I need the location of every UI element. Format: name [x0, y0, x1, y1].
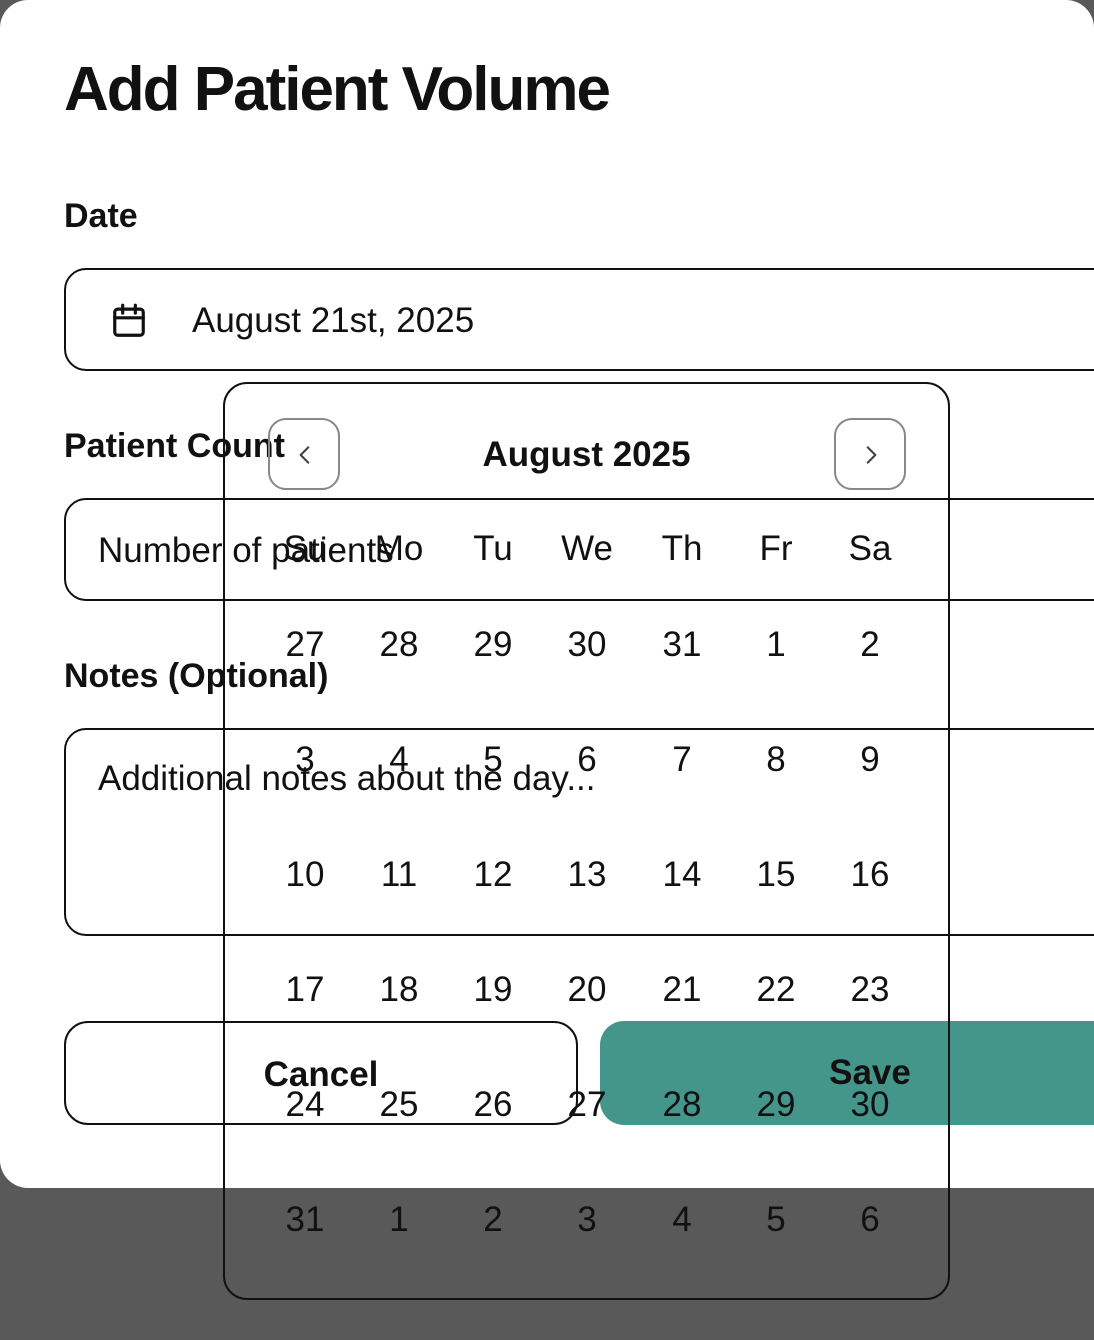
calendar-day[interactable]: 1: [354, 1199, 444, 1241]
calendar-day[interactable]: 4: [354, 739, 444, 781]
weekday-header: We: [561, 529, 613, 568]
date-label: Date: [64, 197, 138, 235]
calendar-day[interactable]: 19: [448, 969, 538, 1011]
weekday-header: Mo: [374, 529, 424, 568]
calendar-day[interactable]: 15: [731, 854, 821, 896]
dialog-title: Add Patient Volume: [64, 55, 611, 124]
calendar-day[interactable]: 31: [260, 1199, 350, 1241]
weekday-header: Su: [283, 529, 327, 568]
calendar-day[interactable]: 6: [542, 739, 632, 781]
weekday-header: Fr: [759, 529, 793, 568]
calendar-day[interactable]: 28: [637, 1084, 727, 1126]
calendar-day[interactable]: 2: [448, 1199, 538, 1241]
calendar-icon: [113, 303, 145, 337]
calendar-day[interactable]: 23: [825, 969, 915, 1011]
calendar-day[interactable]: 20: [542, 969, 632, 1011]
calendar-day[interactable]: 29: [731, 1084, 821, 1126]
weekday-header: Sa: [848, 529, 892, 568]
calendar-day[interactable]: 11: [354, 854, 444, 896]
calendar-day[interactable]: 21: [637, 969, 727, 1011]
calendar-day[interactable]: 9: [825, 739, 915, 781]
calendar-day[interactable]: 8: [731, 739, 821, 781]
calendar-day[interactable]: 31: [637, 624, 727, 666]
date-picker-popover: August 2025 Su Mo Tu We Th Fr Sa 27 28 29 30 31 1 2 3 4…: [223, 382, 950, 1300]
calendar-day[interactable]: 5: [731, 1199, 821, 1241]
calendar-day[interactable]: 12: [448, 854, 538, 896]
date-value: August 21st, 2025: [192, 301, 475, 340]
calendar-day[interactable]: 26: [448, 1084, 538, 1126]
calendar-day[interactable]: 5: [448, 739, 538, 781]
calendar-day[interactable]: 6: [825, 1199, 915, 1241]
calendar-day[interactable]: 2: [825, 624, 915, 666]
calendar-day[interactable]: 17: [260, 969, 350, 1011]
calendar-day[interactable]: 29: [448, 624, 538, 666]
calendar-day[interactable]: 16: [825, 854, 915, 896]
calendar-day[interactable]: 30: [825, 1084, 915, 1126]
calendar-day[interactable]: 27: [542, 1084, 632, 1126]
calendar-day[interactable]: 28: [354, 624, 444, 666]
calendar-day[interactable]: 25: [354, 1084, 444, 1126]
calendar-day[interactable]: 7: [637, 739, 727, 781]
calendar-day[interactable]: 10: [260, 854, 350, 896]
calendar-day[interactable]: 18: [354, 969, 444, 1011]
weekday-header: Th: [661, 529, 703, 568]
calendar-day[interactable]: 27: [260, 624, 350, 666]
weekday-header: Tu: [473, 529, 513, 568]
date-picker-field[interactable]: August 21st, 2025: [64, 268, 1094, 371]
calendar-day[interactable]: 30: [542, 624, 632, 666]
chevron-right-icon: [866, 446, 877, 464]
calendar-day[interactable]: 3: [542, 1199, 632, 1241]
calendar-day[interactable]: 22: [731, 969, 821, 1011]
calendar-day[interactable]: 14: [637, 854, 727, 896]
calendar-day[interactable]: 3: [260, 739, 350, 781]
next-month-button[interactable]: [834, 418, 906, 490]
calendar-day[interactable]: 13: [542, 854, 632, 896]
calendar-day[interactable]: 4: [637, 1199, 727, 1241]
calendar-day[interactable]: 1: [731, 624, 821, 666]
calendar-day[interactable]: 24: [260, 1084, 350, 1126]
